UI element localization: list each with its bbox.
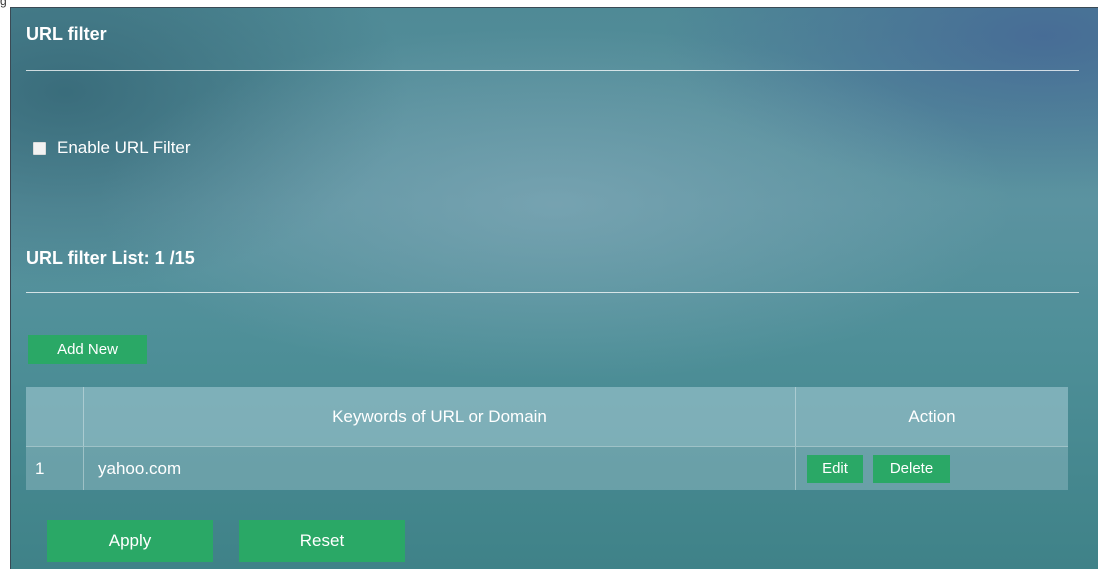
url-filter-table: Keywords of URL or Domain Action 1 yahoo…: [26, 387, 1068, 490]
enable-url-filter-checkbox[interactable]: [33, 141, 46, 155]
enable-url-filter-label: Enable URL Filter: [57, 138, 191, 157]
table-row: 1 yahoo.com Edit Delete: [26, 446, 1068, 490]
row-index: 1: [26, 447, 84, 490]
table-header: Keywords of URL or Domain Action: [26, 387, 1068, 446]
enable-url-filter-toggle[interactable]: Enable URL Filter: [33, 138, 191, 158]
column-header-index: [26, 387, 84, 446]
row-keyword: yahoo.com: [84, 447, 796, 490]
delete-button[interactable]: Delete: [873, 454, 950, 483]
corner-text: g: [0, 0, 7, 8]
page-title: URL filter: [26, 24, 107, 44]
column-header-keywords: Keywords of URL or Domain: [84, 387, 796, 446]
reset-button[interactable]: Reset: [239, 520, 405, 562]
url-filter-panel: URL filter Enable URL Filter URL filter …: [10, 7, 1098, 569]
divider: [26, 292, 1079, 293]
divider: [26, 70, 1079, 71]
apply-button[interactable]: Apply: [47, 520, 213, 562]
column-header-action: Action: [908, 406, 956, 426]
edit-button[interactable]: Edit: [807, 454, 863, 483]
url-filter-list-title: URL filter List: 1 /15: [26, 248, 195, 268]
add-new-button[interactable]: Add New: [28, 335, 147, 364]
row-actions: Edit Delete: [796, 447, 1068, 490]
